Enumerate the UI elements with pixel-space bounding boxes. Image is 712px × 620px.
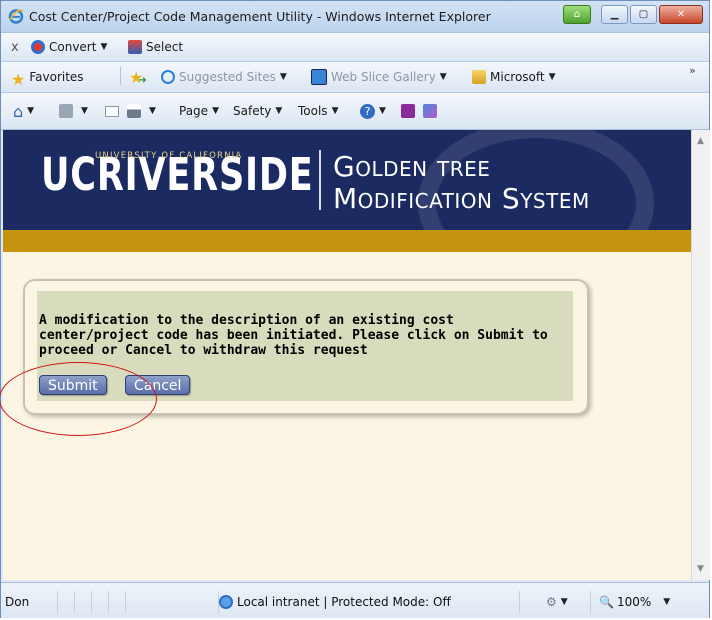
- ie-icon: [161, 70, 175, 84]
- mail-button[interactable]: [105, 93, 123, 129]
- system-title-line2: Modification System: [333, 182, 590, 215]
- page-content: UCRIVERSIDE UNIVERSITY OF CALIFORNIA Gol…: [3, 130, 691, 580]
- scroll-up-icon[interactable]: ▲: [697, 136, 704, 146]
- scroll-down-icon[interactable]: ▼: [697, 564, 704, 574]
- onenote-icon: [401, 104, 415, 118]
- research-button[interactable]: [423, 93, 441, 129]
- chevron-down-icon: ▼: [100, 42, 108, 52]
- minimize-button[interactable]: ▁: [601, 5, 628, 24]
- chevron-down-icon: ▼: [275, 106, 283, 116]
- intranet-globe-icon: [219, 595, 233, 609]
- page-menu[interactable]: Page ▼: [179, 93, 219, 129]
- microsoft-link[interactable]: Microsoft ▼: [472, 62, 556, 92]
- home-button[interactable]: ⌂ ▼: [13, 93, 34, 129]
- web-slice-gallery-link[interactable]: Web Slice Gallery ▼: [311, 62, 447, 92]
- star-icon: ★: [11, 70, 26, 89]
- title-bar: Cost Center/Project Code Management Util…: [1, 1, 709, 33]
- print-button[interactable]: ▼: [127, 93, 156, 129]
- close-button[interactable]: ✕: [659, 5, 703, 24]
- chevron-down-icon: ▼: [279, 72, 287, 82]
- favorites-button[interactable]: ★ Favorites: [11, 62, 84, 92]
- select-button[interactable]: Select: [128, 33, 183, 61]
- help-icon: ?: [360, 103, 375, 119]
- settings-icon: ⚙: [546, 595, 557, 609]
- browser-window: Cost Center/Project Code Management Util…: [0, 0, 710, 618]
- chevron-down-icon: ▼: [560, 597, 568, 607]
- favorites-overflow[interactable]: »: [689, 62, 696, 94]
- convert-toolbar: x Convert ▼ Select: [1, 33, 709, 62]
- add-ons-button[interactable]: ⚙ ▼: [546, 591, 591, 613]
- zoom-icon: 🔍: [599, 595, 614, 609]
- command-bar: ⌂ ▼ ▼ ▼ Page ▼ Safety ▼ Tools ▼ ? ▼: [1, 93, 709, 130]
- web-slice-icon: [311, 69, 327, 85]
- favorites-bar: ★ Favorites ★ ➜ Suggested Sites ▼ Web Sli…: [1, 62, 709, 93]
- suggested-sites-link[interactable]: Suggested Sites ▼: [161, 62, 287, 92]
- chevron-down-icon: ▼: [439, 72, 447, 82]
- site-banner: UCRIVERSIDE UNIVERSITY OF CALIFORNIA Gol…: [3, 130, 691, 230]
- feeds-button[interactable]: ▼: [59, 93, 88, 129]
- ie-logo-icon: [8, 9, 24, 24]
- security-zone[interactable]: Local intranet | Protected Mode: Off: [219, 591, 520, 613]
- annotation-oval: [0, 362, 157, 436]
- gold-band: [3, 230, 691, 252]
- tools-menu[interactable]: Tools ▼: [298, 93, 338, 129]
- convert-icon: [31, 40, 45, 54]
- chevron-down-icon: ▼: [663, 597, 671, 607]
- title-extra-button[interactable]: ⌂: [563, 5, 591, 24]
- confirmation-message: A modification to the description of an …: [39, 313, 548, 358]
- chevron-down-icon: ▼: [548, 72, 556, 82]
- folder-icon: [472, 70, 486, 84]
- feed-icon: [59, 104, 73, 118]
- chevron-down-icon: ▼: [81, 106, 88, 116]
- printer-icon: [127, 104, 141, 118]
- status-text: Don: [5, 591, 58, 613]
- chevron-down-icon: ▼: [149, 106, 156, 116]
- chevron-down-icon: ▼: [331, 106, 339, 116]
- zoom-control[interactable]: 🔍 100% ▼: [599, 591, 691, 613]
- status-bar: Don Local intranet | Protected Mode: Off…: [1, 582, 709, 618]
- maximize-button[interactable]: ▢: [630, 5, 657, 24]
- safety-menu[interactable]: Safety ▼: [233, 93, 282, 129]
- mail-icon: [105, 105, 119, 117]
- help-button[interactable]: ? ▼: [360, 93, 386, 129]
- chevron-down-icon: ▼: [27, 106, 35, 116]
- banner-divider: [319, 150, 321, 210]
- vertical-scrollbar[interactable]: ▲ ▼: [691, 130, 710, 580]
- convert-button[interactable]: Convert ▼: [31, 33, 107, 61]
- university-of-california-text: UNIVERSITY OF CALIFORNIA: [95, 151, 243, 161]
- chevron-down-icon: ▼: [379, 106, 386, 116]
- edit-icon: [423, 104, 437, 118]
- home-icon: ⌂: [13, 101, 24, 121]
- system-title-line1: Golden tree: [333, 150, 491, 183]
- window-title: Cost Center/Project Code Management Util…: [29, 9, 491, 24]
- chevron-down-icon: ▼: [212, 106, 219, 116]
- select-icon: [128, 40, 142, 54]
- onenote-button[interactable]: [401, 93, 419, 129]
- toolbar-close-icon[interactable]: x: [11, 33, 19, 61]
- add-favorite-icon[interactable]: ★ ➜: [129, 62, 147, 92]
